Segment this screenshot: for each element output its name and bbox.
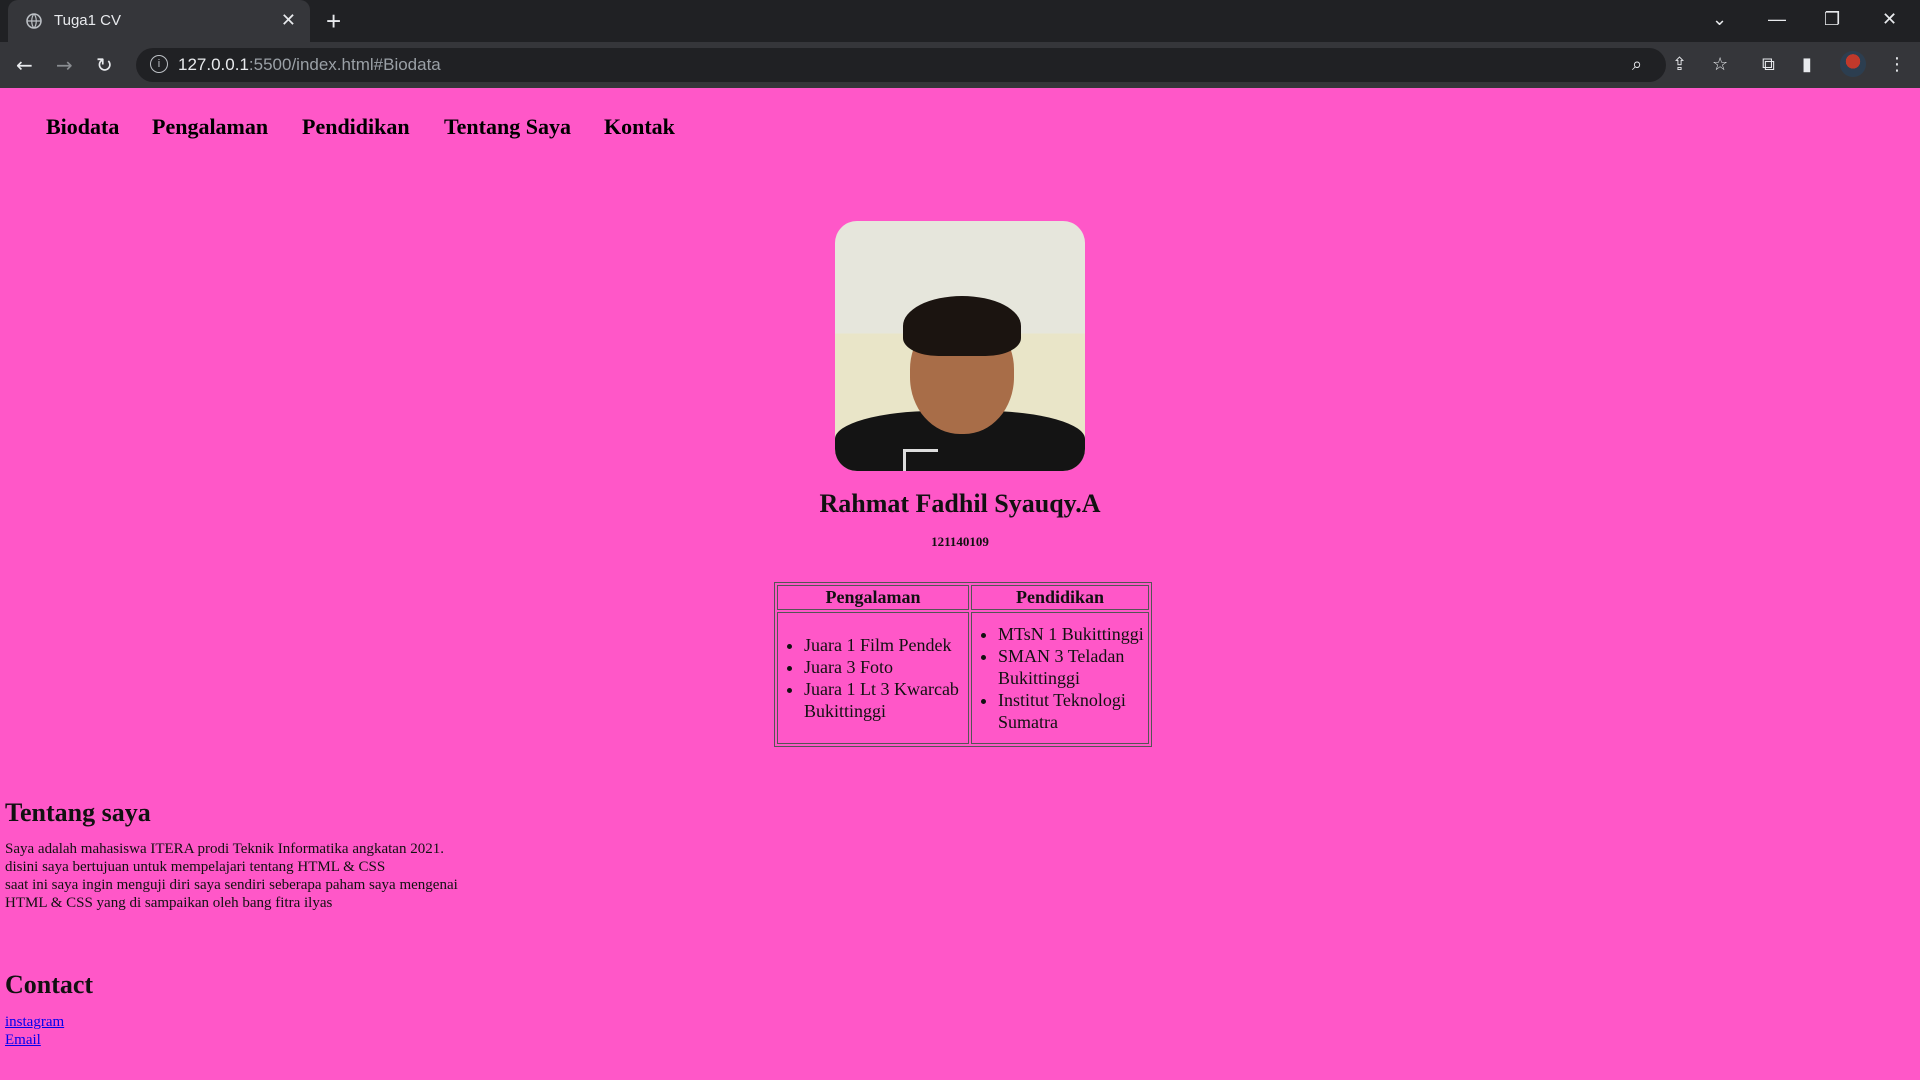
browser-toolbar: ← → ↻ i 127.0.0.1:5500/index.html#Biodat… [0,42,1920,88]
contact-links: instagram Email [5,1013,64,1049]
url-text: 127.0.0.1:5500/index.html#Biodata [178,55,441,74]
nav-pengalaman[interactable]: Pengalaman [152,114,268,140]
profile-photo [835,221,1085,471]
instagram-link[interactable]: instagram [5,1013,64,1031]
site-info-icon[interactable]: i [150,55,168,73]
nav-kontak[interactable]: Kontak [604,114,675,140]
about-line: saat ini saya ingin menguji diri saya se… [5,877,458,893]
list-item: Juara 1 Film Pendek [804,634,966,656]
about-text: Saya adalah mahasiswa ITERA prodi Teknik… [5,840,525,912]
tab-search-icon[interactable]: ⌄ [1712,9,1727,30]
nav-tentang-saya[interactable]: Tentang Saya [444,114,571,140]
forward-icon[interactable]: → [56,53,73,77]
tab-title: Tuga1 CV [54,12,121,29]
close-tab-icon[interactable]: ✕ [281,10,296,31]
pendidikan-cell: MTsN 1 Bukittinggi SMAN 3 Teladan Bukitt… [971,612,1149,744]
about-heading: Tentang saya [5,798,151,827]
list-item: MTsN 1 Bukittinggi [998,623,1146,645]
list-item: Juara 1 Lt 3 Kwarcab Bukittinggi [804,678,966,722]
close-window-icon[interactable]: ✕ [1882,9,1897,30]
share-icon[interactable]: ⇪ [1672,54,1687,75]
menu-icon[interactable]: ⋮ [1888,54,1906,75]
address-bar[interactable]: i 127.0.0.1:5500/index.html#Biodata ⌕ [136,48,1666,82]
pengalaman-cell: Juara 1 Film Pendek Juara 3 Foto Juara 1… [777,612,969,744]
profile-avatar[interactable] [1840,51,1866,77]
list-item: Institut Teknologi Sumatra [998,689,1146,733]
nav-biodata[interactable]: Biodata [46,114,119,140]
side-panel-icon[interactable]: ▮ [1802,54,1812,75]
header-pendidikan: Pendidikan [971,585,1149,610]
browser-tab[interactable]: Tuga1 CV ✕ [8,0,310,42]
email-link[interactable]: Email [5,1031,64,1049]
new-tab-icon[interactable]: + [326,6,341,37]
page-content: Biodata Pengalaman Pendidikan Tentang Sa… [0,88,1920,1078]
profile-nim: 121140109 [931,534,989,549]
about-line: Saya adalah mahasiswa ITERA prodi Teknik… [5,841,444,857]
header-pengalaman: Pengalaman [777,585,969,610]
minimize-icon[interactable]: — [1768,9,1786,30]
back-icon[interactable]: ← [16,53,33,77]
globe-icon [26,13,42,29]
restore-icon[interactable]: ❐ [1824,9,1840,30]
about-line: HTML & CSS yang di sampaikan oleh bang f… [5,895,333,911]
zoom-icon[interactable]: ⌕ [1632,54,1642,75]
tab-bar: Tuga1 CV ✕ + ⌄ — ❐ ✕ [0,0,1920,42]
profile-name: Rahmat Fadhil Syauqy.A [819,489,1101,518]
list-item: SMAN 3 Teladan Bukittinggi [998,645,1146,689]
reload-icon[interactable]: ↻ [96,53,113,77]
bookmark-star-icon[interactable]: ☆ [1712,54,1728,75]
cv-table: Pengalaman Pendidikan Juara 1 Film Pende… [774,582,1152,747]
list-item: Juara 3 Foto [804,656,966,678]
contact-heading: Contact [5,970,94,999]
nav-pendidikan[interactable]: Pendidikan [302,114,410,140]
about-line: disini saya bertujuan untuk mempelajari … [5,859,386,875]
extensions-icon[interactable]: ⧉ [1762,54,1775,75]
